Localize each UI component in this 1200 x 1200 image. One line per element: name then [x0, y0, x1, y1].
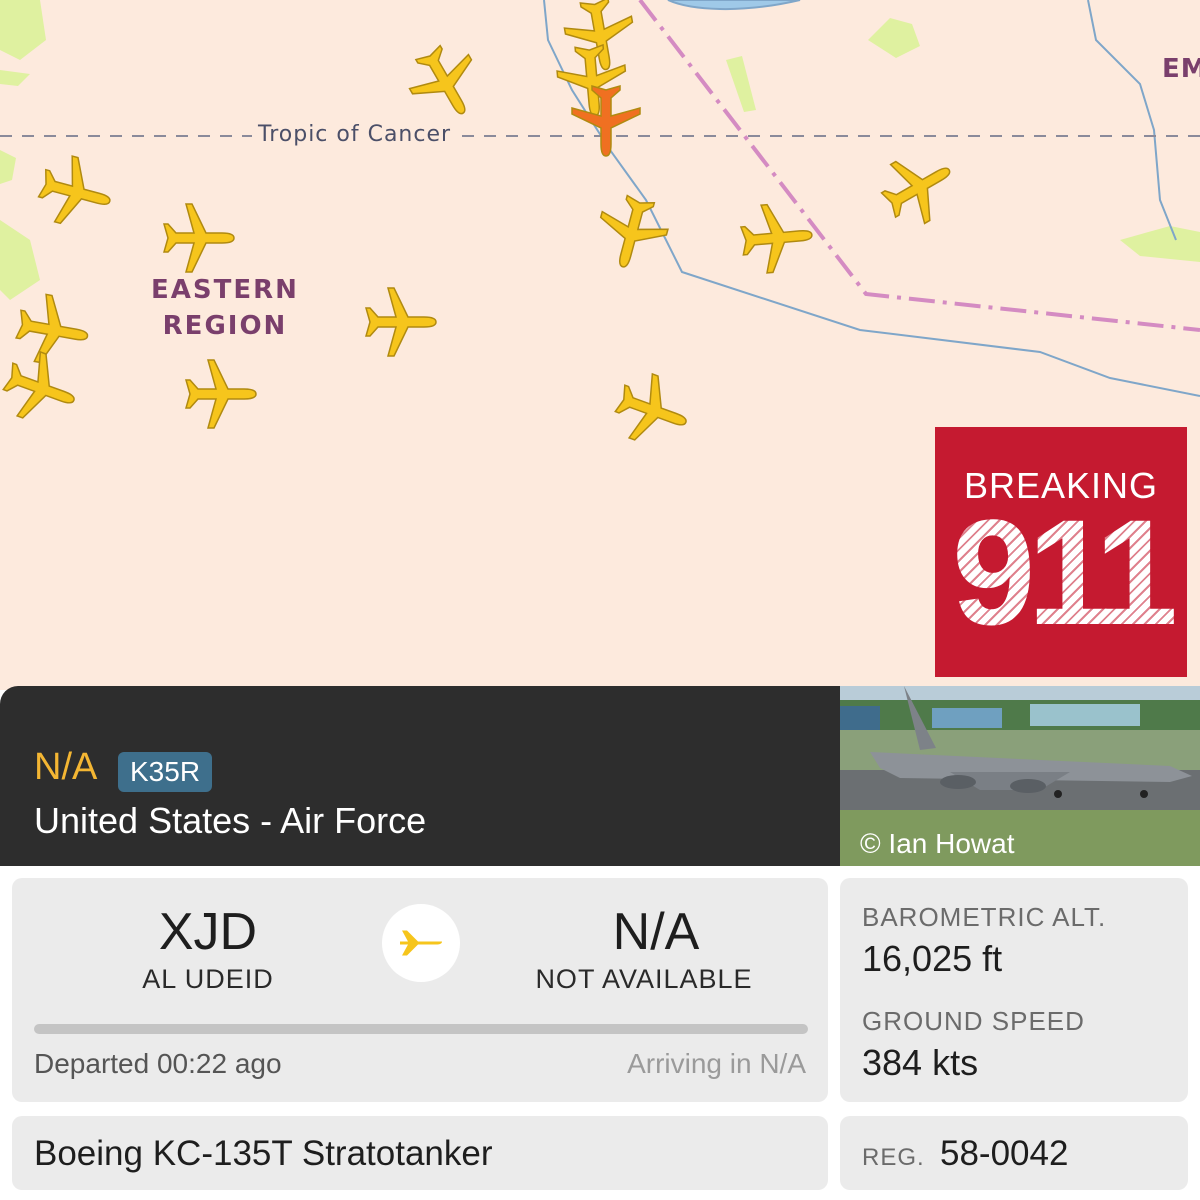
ground-speed-label: GROUND SPEED: [862, 1006, 1085, 1036]
flight-progress-bar: [34, 1024, 808, 1034]
airplane-icon: [365, 287, 437, 357]
airplane-icon: [163, 203, 235, 273]
aircraft-photo[interactable]: © Ian Howat: [840, 686, 1200, 866]
airplane-icon: [880, 160, 951, 225]
airplane-icon: [2, 350, 75, 419]
breaking-911-logo: BREAKING 911: [935, 427, 1187, 677]
airplane-icon: [37, 155, 111, 225]
aircraft-marker[interactable]: [878, 148, 958, 228]
airplane-icon: [185, 359, 257, 429]
registration-card[interactable]: REG. 58-0042: [840, 1116, 1188, 1190]
airplane-icon: [599, 194, 669, 268]
flight-map[interactable]: Tropic of Cancer EASTERN REGION EM BREAK…: [0, 0, 1200, 690]
airplane-icon: [614, 372, 687, 441]
airplane-icon: [571, 85, 641, 157]
aircraft-marker[interactable]: [0, 348, 80, 428]
aircraft-marker[interactable]: [158, 198, 238, 278]
departed-time: Departed 00:22 ago: [34, 1048, 282, 1079]
destination-code: N/A: [612, 903, 700, 961]
origin-code: XJD: [158, 903, 258, 961]
flight-callsign: N/A: [34, 746, 98, 788]
airplane-icon: [382, 904, 460, 982]
aircraft-model-card[interactable]: Boeing KC-135T Stratotanker: [12, 1116, 828, 1190]
airplane-icon: [739, 203, 813, 274]
airplane-icon: [408, 44, 473, 115]
aircraft-marker[interactable]: [566, 80, 646, 160]
edge-region-label: EM: [1162, 54, 1200, 84]
tropic-of-cancer-label: Tropic of Cancer: [252, 122, 458, 147]
registration-label: REG.: [862, 1144, 925, 1171]
aircraft-marker[interactable]: [405, 42, 485, 122]
aircraft-marker[interactable]: [35, 152, 115, 232]
photo-credit: © Ian Howat: [860, 828, 1015, 859]
flight-stats-card[interactable]: BAROMETRIC ALT. 16,025 ft GROUND SPEED 3…: [840, 878, 1188, 1102]
registration-value: 58-0042: [940, 1134, 1069, 1173]
destination-airport-name: NOT AVAILABLE: [535, 964, 753, 994]
aircraft-marker[interactable]: [180, 354, 260, 434]
aircraft-type-badge: K35R: [118, 752, 213, 792]
aircraft-marker[interactable]: [592, 192, 672, 272]
aircraft-marker[interactable]: [360, 282, 440, 362]
aircraft-model-name: Boeing KC-135T Stratotanker: [34, 1134, 493, 1173]
region-label: EASTERN REGION: [140, 272, 310, 344]
operator-name: United States - Air Force: [34, 800, 427, 841]
arriving-time: Arriving in N/A: [627, 1048, 806, 1079]
route-card[interactable]: XJD AL UDEID N/A NOT AVAILABLE Departed …: [12, 878, 828, 1102]
origin-airport-name: AL UDEID: [142, 964, 274, 994]
aircraft-marker[interactable]: [736, 198, 816, 278]
logo-number: 911: [952, 488, 1178, 656]
aircraft-marker[interactable]: [612, 370, 692, 450]
ground-speed-value: 384 kts: [862, 1042, 979, 1083]
barometric-altitude-label: BAROMETRIC ALT.: [862, 902, 1107, 932]
barometric-altitude-value: 16,025 ft: [862, 938, 1003, 979]
region-label-line: REGION: [162, 311, 288, 341]
